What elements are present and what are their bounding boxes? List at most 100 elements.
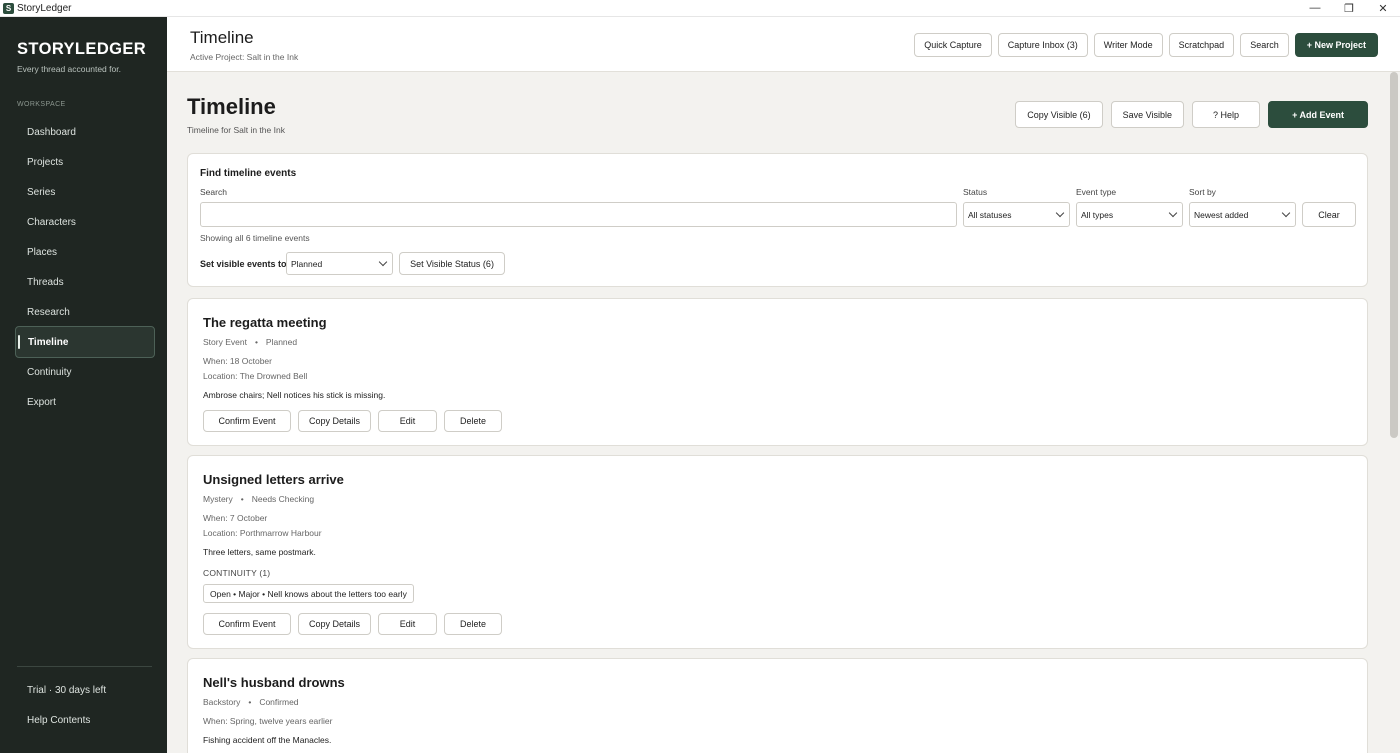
main-scrollbar[interactable] bbox=[1387, 72, 1400, 753]
chevron-down-icon bbox=[1281, 208, 1291, 218]
sidebar-item-places[interactable]: Places bbox=[15, 237, 155, 267]
event-card: Nell's husband drowns Backstory • Confir… bbox=[187, 658, 1368, 753]
scratchpad-button[interactable]: Scratchpad bbox=[1168, 33, 1235, 57]
status-select[interactable]: All statuses bbox=[963, 202, 1070, 227]
event-meta: Story Event • Planned bbox=[203, 337, 297, 347]
delete-button[interactable]: Delete bbox=[444, 613, 502, 635]
event-actions: Confirm Event Copy Details Edit Delete bbox=[203, 410, 502, 432]
status-label: Status bbox=[963, 187, 988, 197]
sort-by-select[interactable]: Newest added bbox=[1189, 202, 1296, 227]
sidebar-divider bbox=[17, 666, 152, 667]
sidebar-item-timeline[interactable]: Timeline bbox=[15, 326, 155, 358]
event-actions: Confirm Event Copy Details Edit Delete bbox=[203, 613, 502, 635]
sort-by-select-value: Newest added bbox=[1194, 209, 1249, 220]
event-type-label: Event type bbox=[1076, 187, 1117, 197]
page-title: Timeline bbox=[187, 94, 276, 119]
event-description: Three letters, same postmark. bbox=[203, 547, 316, 557]
save-visible-button[interactable]: Save Visible bbox=[1110, 101, 1185, 128]
set-visible-status-button[interactable]: Set Visible Status (6) bbox=[399, 252, 505, 275]
quick-capture-button[interactable]: Quick Capture bbox=[914, 33, 992, 57]
sidebar-nav: Dashboard Projects Series Characters Pla… bbox=[15, 117, 155, 417]
help-button[interactable]: ? Help bbox=[1192, 101, 1261, 128]
continuity-label: CONTINUITY (1) bbox=[203, 568, 271, 578]
copy-details-button[interactable]: Copy Details bbox=[298, 613, 371, 635]
status-select-value: All statuses bbox=[968, 209, 1012, 220]
sort-by-label: Sort by bbox=[1189, 187, 1216, 197]
event-description: Ambrose chairs; Nell notices his stick i… bbox=[203, 390, 386, 400]
new-project-button[interactable]: + New Project bbox=[1294, 33, 1378, 57]
help-contents-link[interactable]: Help Contents bbox=[15, 705, 155, 735]
search-label: Search bbox=[200, 187, 227, 197]
confirm-event-button[interactable]: Confirm Event bbox=[203, 410, 291, 432]
clear-filters-button[interactable]: Clear bbox=[1302, 202, 1356, 227]
event-status: Confirmed bbox=[259, 697, 299, 707]
event-title: Unsigned letters arrive bbox=[203, 472, 344, 487]
search-button[interactable]: Search bbox=[1240, 33, 1289, 57]
results-count: Showing all 6 timeline events bbox=[200, 233, 310, 243]
brand-tagline: Every thread accounted for. bbox=[17, 64, 121, 74]
edit-button[interactable]: Edit bbox=[378, 613, 437, 635]
event-status: Needs Checking bbox=[251, 494, 315, 504]
sidebar-item-threads[interactable]: Threads bbox=[15, 267, 155, 297]
meta-separator: • bbox=[248, 697, 252, 707]
capture-inbox-button[interactable]: Capture Inbox (3) bbox=[997, 33, 1088, 57]
add-event-button[interactable]: + Add Event bbox=[1268, 101, 1368, 128]
trial-status[interactable]: Trial · 30 days left bbox=[15, 675, 155, 705]
set-status-select[interactable]: Planned bbox=[286, 252, 393, 275]
header-subtitle: Active Project: Salt in the Ink bbox=[190, 52, 299, 62]
set-status-select-value: Planned bbox=[291, 258, 323, 269]
sidebar: STORYLEDGER Every thread accounted for. … bbox=[0, 17, 167, 753]
edit-button[interactable]: Edit bbox=[378, 410, 437, 432]
event-meta: Backstory • Confirmed bbox=[203, 697, 299, 707]
copy-details-button[interactable]: Copy Details bbox=[298, 410, 371, 432]
event-when: When: 7 October bbox=[203, 513, 268, 523]
meta-separator: • bbox=[254, 337, 258, 347]
sidebar-item-research[interactable]: Research bbox=[15, 297, 155, 327]
event-when: When: 18 October bbox=[203, 356, 272, 366]
sidebar-item-series[interactable]: Series bbox=[15, 177, 155, 207]
sidebar-item-projects[interactable]: Projects bbox=[15, 147, 155, 177]
event-type: Mystery bbox=[203, 494, 233, 504]
chevron-down-icon bbox=[378, 257, 388, 267]
writer-mode-button[interactable]: Writer Mode bbox=[1093, 33, 1163, 57]
brand-logo: STORYLEDGER bbox=[17, 40, 147, 58]
continuity-issue-chip[interactable]: Open • Major • Nell knows about the lett… bbox=[203, 584, 414, 603]
event-type: Backstory bbox=[203, 697, 241, 707]
window-title: StoryLedger bbox=[17, 2, 72, 14]
sidebar-item-characters[interactable]: Characters bbox=[15, 207, 155, 237]
header-title: Timeline bbox=[190, 28, 254, 47]
event-title: The regatta meeting bbox=[203, 315, 327, 330]
event-type-select-value: All types bbox=[1081, 209, 1114, 220]
minimize-button[interactable]: — bbox=[1298, 0, 1332, 17]
filter-heading: Find timeline events bbox=[200, 168, 297, 179]
delete-button[interactable]: Delete bbox=[444, 410, 502, 432]
chevron-down-icon bbox=[1168, 208, 1178, 218]
event-meta: Mystery • Needs Checking bbox=[203, 494, 314, 504]
page-actions: Copy Visible (6) Save Visible ? Help + A… bbox=[1015, 101, 1368, 128]
page-subtitle: Timeline for Salt in the Ink bbox=[187, 125, 285, 135]
event-when: When: Spring, twelve years earlier bbox=[203, 716, 333, 726]
event-title: Nell's husband drowns bbox=[203, 675, 345, 690]
chevron-down-icon bbox=[1055, 208, 1065, 218]
top-header: Timeline Active Project: Salt in the Ink… bbox=[167, 17, 1400, 72]
sidebar-item-dashboard[interactable]: Dashboard bbox=[15, 117, 155, 147]
close-button[interactable]: ✕ bbox=[1366, 0, 1400, 17]
window-controls: — ❐ ✕ bbox=[1298, 0, 1400, 17]
main-content: Timeline Timeline for Salt in the Ink Co… bbox=[167, 72, 1387, 753]
filter-panel: Find timeline events Search Status All s… bbox=[187, 153, 1368, 287]
confirm-event-button[interactable]: Confirm Event bbox=[203, 613, 291, 635]
event-location: Location: Porthmarrow Harbour bbox=[203, 528, 322, 538]
event-location: Location: The Drowned Bell bbox=[203, 371, 308, 381]
section-label-workspace: WORKSPACE bbox=[17, 101, 66, 108]
event-status: Planned bbox=[265, 337, 298, 347]
event-description: Fishing accident off the Manacles. bbox=[203, 735, 332, 745]
sidebar-item-continuity[interactable]: Continuity bbox=[15, 357, 155, 387]
copy-visible-button[interactable]: Copy Visible (6) bbox=[1015, 101, 1103, 128]
sidebar-item-export[interactable]: Export bbox=[15, 387, 155, 417]
maximize-button[interactable]: ❐ bbox=[1332, 0, 1366, 17]
event-type: Story Event bbox=[203, 337, 247, 347]
scrollbar-thumb[interactable] bbox=[1390, 72, 1398, 438]
event-type-select[interactable]: All types bbox=[1076, 202, 1183, 227]
search-input[interactable] bbox=[200, 202, 957, 227]
meta-separator: • bbox=[240, 494, 244, 504]
